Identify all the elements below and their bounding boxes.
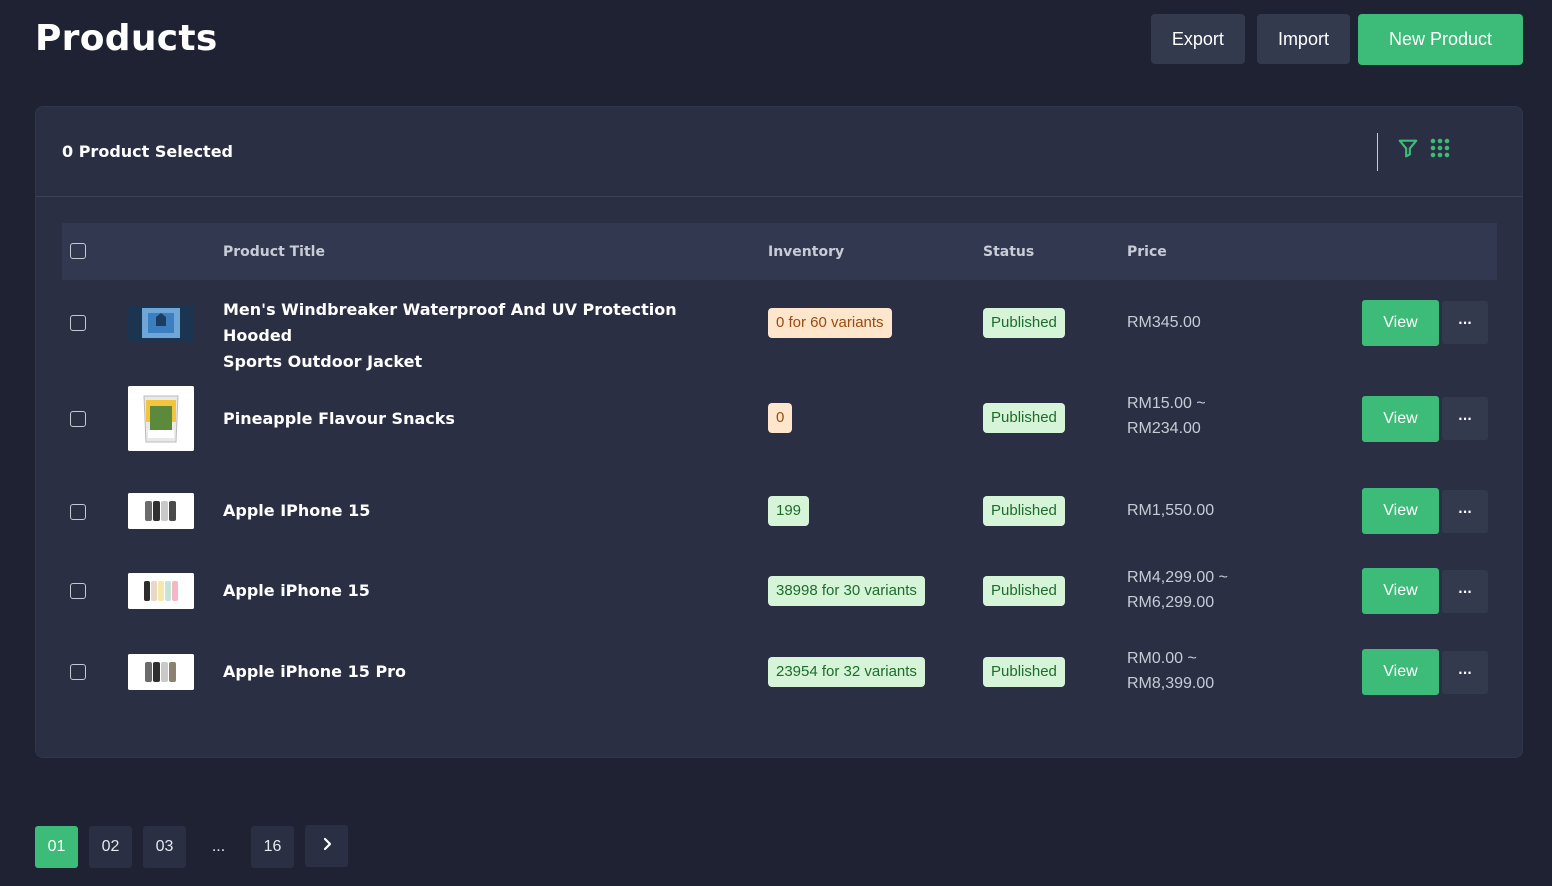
next-page-button[interactable] [305,825,348,867]
inventory-badge: 199 [768,496,810,526]
product-thumbnail [128,386,194,451]
inventory-badge: 0 for 60 variants [768,308,892,338]
product-thumbnail [128,573,194,609]
more-actions-button[interactable]: ··· [1442,490,1488,533]
page-button-01[interactable]: 01 [35,826,78,868]
row-checkbox[interactable] [70,664,86,680]
divider [1377,133,1378,171]
status-badge: Published [983,576,1065,606]
more-actions-button[interactable]: ··· [1442,397,1488,440]
product-title[interactable]: Pineapple Flavour Snacks [223,406,743,432]
column-product-title: Product Title [223,243,325,260]
card-header: 0 Product Selected [36,107,1522,197]
table-row: Men's Windbreaker Waterproof And UV Prot… [62,280,1497,371]
filter-icon[interactable] [1396,136,1420,160]
more-actions-button[interactable]: ··· [1442,301,1488,344]
pagination: 01 02 03 ... 16 [35,825,348,868]
page-title: Products [35,18,218,59]
price: RM4,299.00 ~ RM6,299.00 [1127,569,1228,611]
products-card: 0 Product Selected Product Title Invento… [35,106,1523,758]
table-row: Apple iPhone 15 38998 for 30 variants Pu… [62,555,1497,625]
more-actions-button[interactable]: ··· [1442,570,1488,613]
product-title[interactable]: Apple iPhone 15 Pro [223,659,743,685]
view-button[interactable]: View [1362,396,1439,442]
product-thumbnail [128,654,194,690]
table-row: Apple iPhone 15 Pro 23954 for 32 variant… [62,636,1497,706]
row-checkbox[interactable] [70,504,86,520]
row-checkbox[interactable] [70,583,86,599]
inventory-badge: 0 [768,403,793,433]
export-button[interactable]: Export [1150,14,1245,64]
product-title[interactable]: Apple IPhone 15 [223,498,743,524]
product-thumbnail [128,493,194,529]
chevron-right-icon [320,837,334,856]
row-checkbox[interactable] [70,315,86,331]
product-title[interactable]: Apple iPhone 15 [223,578,743,604]
price: RM0.00 ~ RM8,399.00 [1127,650,1215,692]
view-button[interactable]: View [1362,488,1439,534]
product-thumbnail [128,305,194,341]
inventory-badge: 38998 for 30 variants [768,576,925,606]
page-button-02[interactable]: 02 [89,826,132,868]
view-button[interactable]: View [1362,568,1439,614]
view-button[interactable]: View [1362,649,1439,695]
more-actions-button[interactable]: ··· [1442,651,1488,694]
table-row: Apple IPhone 15 199 Published RM1,550.00… [62,475,1497,545]
table-row: Pineapple Flavour Snacks 0 Published RM1… [62,377,1497,462]
column-status: Status [983,243,1035,260]
price: RM345.00 [1127,314,1201,331]
status-badge: Published [983,657,1065,687]
price: RM1,550.00 [1127,502,1215,519]
page-button-16[interactable]: 16 [251,826,294,868]
view-button[interactable]: View [1362,300,1439,346]
select-all-checkbox[interactable] [70,243,86,259]
inventory-badge: 23954 for 32 variants [768,657,925,687]
status-badge: Published [983,308,1065,338]
status-badge: Published [983,403,1065,433]
status-badge: Published [983,496,1065,526]
grid-icon[interactable] [1428,136,1452,160]
page-button-03[interactable]: 03 [143,826,186,868]
table-header: Product Title Inventory Status Price [62,223,1497,280]
row-checkbox[interactable] [70,411,86,427]
new-product-button[interactable]: New Product [1357,14,1523,65]
price: RM15.00 ~ RM234.00 [1127,395,1206,437]
page-ellipsis: ... [211,838,226,855]
selected-count: 0 Product Selected [62,142,234,161]
column-inventory: Inventory [768,243,845,260]
product-title[interactable]: Men's Windbreaker Waterproof And UV Prot… [223,297,743,375]
top-actions: Export Import New Product [1150,14,1523,65]
import-button[interactable]: Import [1256,14,1350,64]
products-table: Product Title Inventory Status Price Men… [62,223,1497,695]
column-price: Price [1127,243,1167,260]
header-tools [1377,133,1460,171]
